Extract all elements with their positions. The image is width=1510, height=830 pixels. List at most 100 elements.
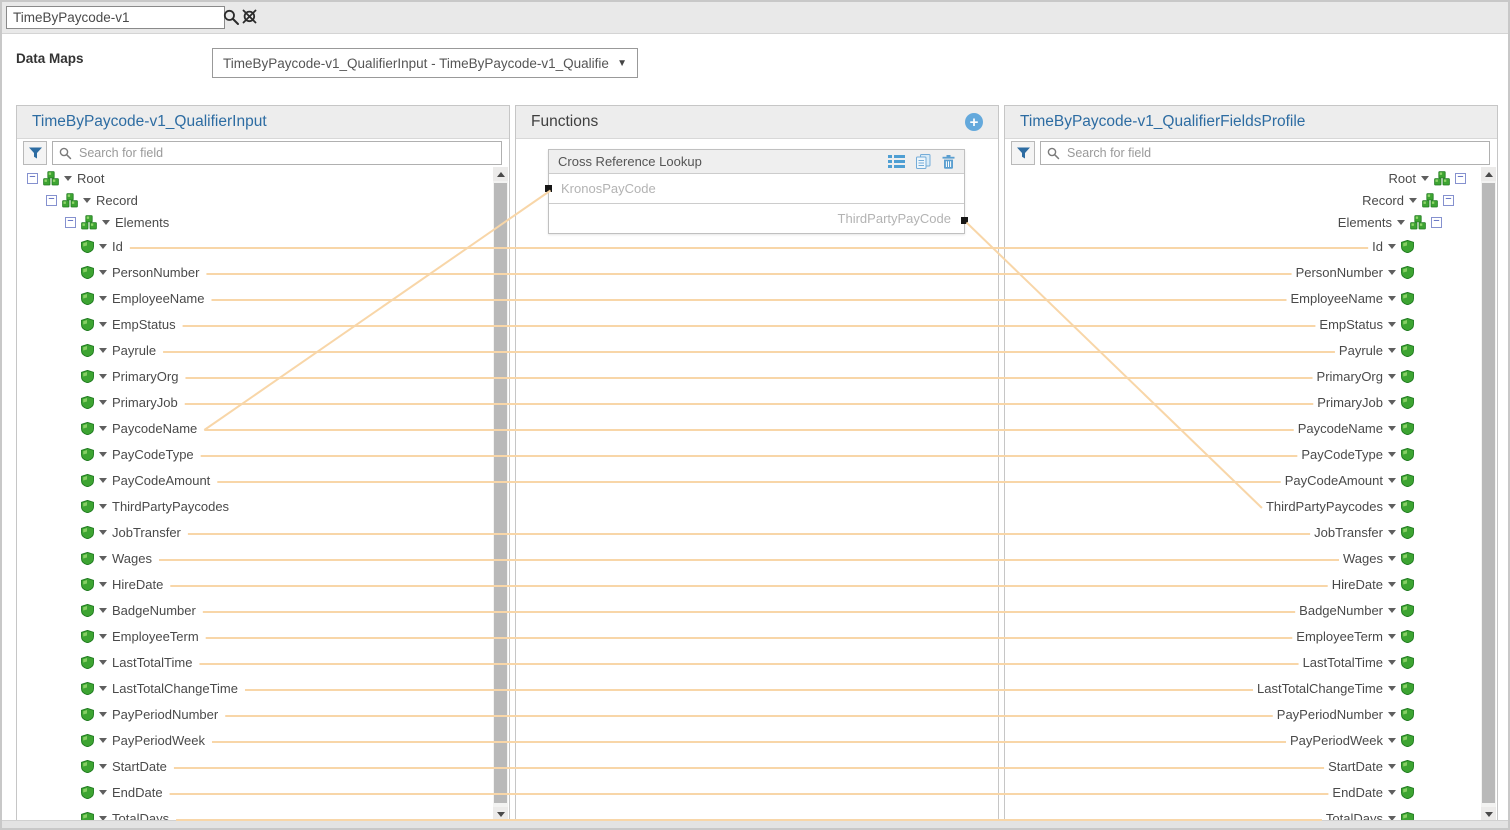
field-label[interactable]: BadgeNumber bbox=[1299, 603, 1383, 618]
chevron-down-icon[interactable] bbox=[1388, 530, 1396, 535]
scroll-up-button[interactable] bbox=[493, 167, 508, 181]
tree-field-row[interactable]: EmployeeTerm bbox=[1005, 623, 1497, 649]
chevron-down-icon[interactable] bbox=[1409, 198, 1417, 203]
field-label[interactable]: JobTransfer bbox=[1314, 525, 1383, 540]
chevron-down-icon[interactable] bbox=[1388, 556, 1396, 561]
field-label[interactable]: LastTotalTime bbox=[112, 655, 192, 670]
field-label[interactable]: ThirdPartyPaycodes bbox=[1266, 499, 1383, 514]
collapse-node-icon[interactable]: − bbox=[1431, 217, 1442, 228]
tree-field-row[interactable]: BadgeNumber bbox=[1005, 597, 1497, 623]
tree-field-row[interactable]: LastTotalChangeTime bbox=[17, 675, 509, 701]
function-output-row[interactable]: ThirdPartyPayCode bbox=[549, 204, 964, 233]
function-box[interactable]: Cross Reference Lookup bbox=[548, 149, 965, 234]
tree-field-row[interactable]: Id bbox=[17, 233, 509, 259]
chevron-down-icon[interactable] bbox=[1388, 478, 1396, 483]
target-field-search-input[interactable] bbox=[1065, 145, 1483, 161]
tree-field-row[interactable]: PayPeriodWeek bbox=[1005, 727, 1497, 753]
tree-field-row[interactable]: PrimaryJob bbox=[1005, 389, 1497, 415]
field-label[interactable]: BadgeNumber bbox=[112, 603, 196, 618]
function-input-connector[interactable] bbox=[545, 185, 552, 192]
tree-field-row[interactable]: TotalDays bbox=[1005, 805, 1497, 821]
tree-field-row[interactable]: EmpStatus bbox=[1005, 311, 1497, 337]
chevron-down-icon[interactable] bbox=[99, 530, 107, 535]
chevron-down-icon[interactable] bbox=[1388, 686, 1396, 691]
function-input-row[interactable]: KronosPayCode bbox=[549, 174, 964, 204]
chevron-down-icon[interactable] bbox=[1397, 220, 1405, 225]
tree-branch-row[interactable]: Elements− bbox=[1005, 211, 1497, 233]
branch-label[interactable]: Root bbox=[77, 171, 104, 186]
field-label[interactable]: HireDate bbox=[112, 577, 163, 592]
process-search-input[interactable] bbox=[6, 6, 225, 29]
chevron-down-icon[interactable] bbox=[1388, 634, 1396, 639]
tree-field-row[interactable]: Wages bbox=[1005, 545, 1497, 571]
collapse-node-icon[interactable]: − bbox=[1443, 195, 1454, 206]
chevron-down-icon[interactable] bbox=[1388, 738, 1396, 743]
field-label[interactable]: HireDate bbox=[1332, 577, 1383, 592]
copy-function-icon[interactable] bbox=[916, 154, 931, 169]
chevron-down-icon[interactable] bbox=[99, 712, 107, 717]
field-label[interactable]: LastTotalTime bbox=[1303, 655, 1383, 670]
branch-label[interactable]: Root bbox=[1389, 171, 1416, 186]
target-scrollbar[interactable] bbox=[1481, 167, 1496, 821]
tree-field-row[interactable]: PrimaryJob bbox=[17, 389, 509, 415]
source-field-search-input[interactable] bbox=[77, 145, 495, 161]
field-label[interactable]: EndDate bbox=[1332, 785, 1383, 800]
function-details-icon[interactable] bbox=[888, 155, 905, 168]
chevron-down-icon[interactable] bbox=[99, 660, 107, 665]
field-label[interactable]: Id bbox=[112, 239, 123, 254]
scrollbar-thumb[interactable] bbox=[494, 183, 507, 803]
tree-field-row[interactable]: Wages bbox=[17, 545, 509, 571]
tree-field-row[interactable]: PersonNumber bbox=[17, 259, 509, 285]
chevron-down-icon[interactable] bbox=[99, 296, 107, 301]
field-label[interactable]: Id bbox=[1372, 239, 1383, 254]
chevron-down-icon[interactable] bbox=[99, 764, 107, 769]
field-label[interactable]: StartDate bbox=[112, 759, 167, 774]
scroll-down-button[interactable] bbox=[493, 807, 508, 821]
tree-field-row[interactable]: PrimaryOrg bbox=[17, 363, 509, 389]
tree-field-row[interactable]: PayCodeAmount bbox=[1005, 467, 1497, 493]
field-label[interactable]: Payrule bbox=[112, 343, 156, 358]
tree-field-row[interactable]: EmpStatus bbox=[17, 311, 509, 337]
field-label[interactable]: Wages bbox=[1343, 551, 1383, 566]
tree-field-row[interactable]: BadgeNumber bbox=[17, 597, 509, 623]
field-label[interactable]: PrimaryJob bbox=[112, 395, 178, 410]
branch-label[interactable]: Elements bbox=[115, 215, 169, 230]
tree-field-row[interactable]: PersonNumber bbox=[1005, 259, 1497, 285]
chevron-down-icon[interactable] bbox=[99, 452, 107, 457]
source-scrollbar[interactable] bbox=[493, 167, 508, 821]
add-function-button[interactable]: + bbox=[965, 113, 983, 131]
tree-field-row[interactable]: Id bbox=[1005, 233, 1497, 259]
field-label[interactable]: PrimaryOrg bbox=[112, 369, 178, 384]
field-label[interactable]: PersonNumber bbox=[112, 265, 199, 280]
chevron-down-icon[interactable] bbox=[64, 176, 72, 181]
tree-field-row[interactable]: EmployeeName bbox=[1005, 285, 1497, 311]
field-label[interactable]: PrimaryOrg bbox=[1317, 369, 1383, 384]
field-label[interactable]: StartDate bbox=[1328, 759, 1383, 774]
chevron-down-icon[interactable] bbox=[99, 244, 107, 249]
field-label[interactable]: PayPeriodWeek bbox=[1290, 733, 1383, 748]
tree-field-row[interactable]: LastTotalTime bbox=[1005, 649, 1497, 675]
tree-field-row[interactable]: PayPeriodNumber bbox=[1005, 701, 1497, 727]
tree-field-row[interactable]: ThirdPartyPaycodes bbox=[1005, 493, 1497, 519]
scrollbar-thumb[interactable] bbox=[1482, 183, 1495, 803]
chevron-down-icon[interactable] bbox=[1421, 176, 1429, 181]
field-label[interactable]: EndDate bbox=[112, 785, 163, 800]
chevron-down-icon[interactable] bbox=[1388, 790, 1396, 795]
chevron-down-icon[interactable] bbox=[1388, 270, 1396, 275]
tree-field-row[interactable]: StartDate bbox=[17, 753, 509, 779]
chevron-down-icon[interactable] bbox=[1388, 322, 1396, 327]
chevron-down-icon[interactable] bbox=[1388, 426, 1396, 431]
chevron-down-icon[interactable] bbox=[1388, 244, 1396, 249]
function-output-connector[interactable] bbox=[961, 217, 968, 224]
tree-field-row[interactable]: HireDate bbox=[1005, 571, 1497, 597]
tree-field-row[interactable]: EndDate bbox=[1005, 779, 1497, 805]
field-label[interactable]: EmployeeName bbox=[1291, 291, 1384, 306]
chevron-down-icon[interactable] bbox=[99, 426, 107, 431]
search-icon[interactable] bbox=[223, 9, 240, 26]
field-label[interactable]: ThirdPartyPaycodes bbox=[112, 499, 229, 514]
chevron-down-icon[interactable] bbox=[99, 374, 107, 379]
chevron-down-icon[interactable] bbox=[99, 270, 107, 275]
collapse-node-icon[interactable]: − bbox=[65, 217, 76, 228]
field-label[interactable]: PayCodeType bbox=[1301, 447, 1383, 462]
collapse-node-icon[interactable]: − bbox=[46, 195, 57, 206]
